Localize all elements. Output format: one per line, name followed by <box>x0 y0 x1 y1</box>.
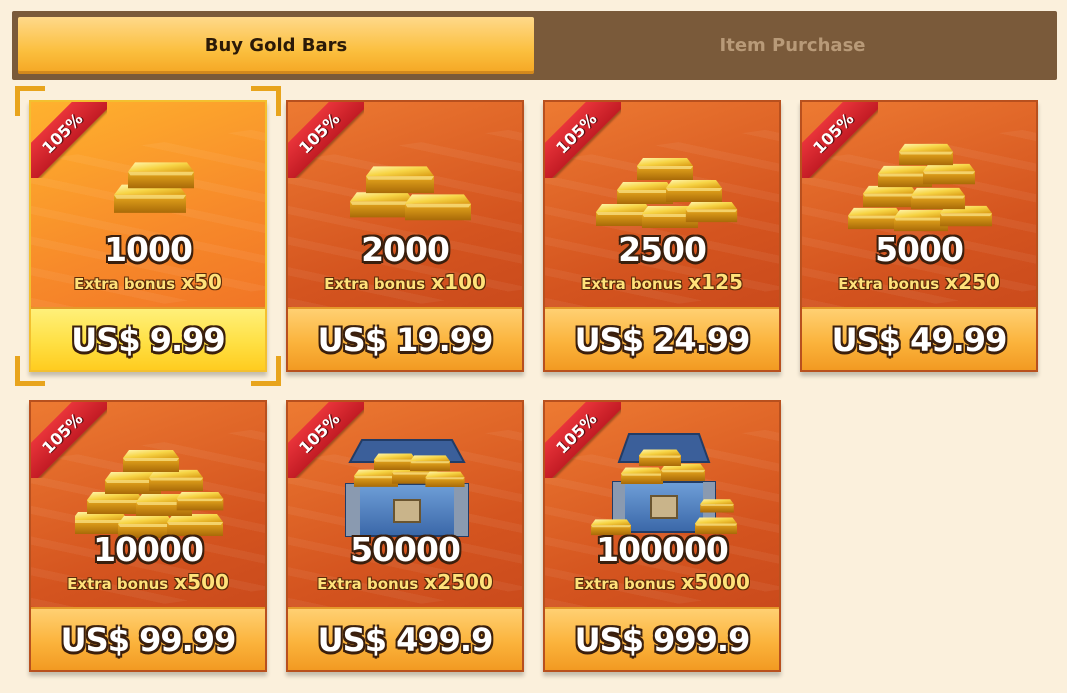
bonus-line: Extra bonus x500 <box>31 570 265 594</box>
bonus-label: Extra bonus <box>67 575 169 593</box>
bonus-line: Extra bonus x125 <box>545 270 779 294</box>
bonus-multiplier: x250 <box>945 270 1000 294</box>
gold-bars-heap-icon <box>75 450 224 538</box>
product-card-50000[interactable]: 105% 50000 Extra bonus x2500 US$ 499.9 <box>286 400 524 672</box>
product-card-10000[interactable]: 105% 10000 Extra bonus x500 US$ 99.99 <box>29 400 267 672</box>
bonus-line: Extra bonus x100 <box>288 270 522 294</box>
tab-buy-gold-bars[interactable]: Buy Gold Bars <box>18 17 534 74</box>
card-body: 105% 2000 Extra bonus x100 US$ 19.99 <box>286 100 524 372</box>
gold-amount: 100000 <box>596 530 729 569</box>
gold-amount: 50000 <box>350 530 461 569</box>
bonus-label: Extra bonus <box>317 575 419 593</box>
bonus-line: Extra bonus x50 <box>31 270 265 294</box>
bonus-multiplier: x5000 <box>681 570 750 594</box>
bonus-label: Extra bonus <box>838 275 940 293</box>
card-body: 105% 100000 Extra bonus x5000 US$ 999.9 <box>543 400 781 672</box>
bonus-line: Extra bonus x5000 <box>545 570 779 594</box>
product-card-2000[interactable]: 105% 2000 Extra bonus x100 US$ 19.99 <box>286 100 524 372</box>
price-button[interactable]: US$ 9.99 <box>31 307 265 370</box>
card-body: 105% 1000 Extra bonus x50 US$ 9.99 <box>29 100 267 372</box>
product-card-1000[interactable]: 105% 1000 Extra bonus x50 US$ 9.99 <box>15 86 281 386</box>
selection-corner <box>15 356 45 386</box>
bonus-multiplier: x50 <box>181 270 222 294</box>
product-card-5000[interactable]: 105% 5000 Extra bonus x250 US$ 49.99 <box>800 100 1038 372</box>
gold-bars-stack-icon <box>596 158 738 228</box>
gold-amount: 2000 <box>361 230 450 269</box>
tab-bar: Buy Gold Bars Item Purchase <box>12 11 1057 80</box>
tab-item-purchase[interactable]: Item Purchase <box>534 17 1051 74</box>
bonus-line: Extra bonus x250 <box>802 270 1036 294</box>
card-body: 105% 2500 Extra bonus x125 US$ 24.99 <box>543 100 781 372</box>
selection-corner <box>251 356 281 386</box>
gold-chest-icon <box>345 439 469 537</box>
gold-amount: 2500 <box>618 230 707 269</box>
card-body: 105% 5000 Extra bonus x250 US$ 49.99 <box>800 100 1038 372</box>
bonus-label: Extra bonus <box>324 275 426 293</box>
price-button[interactable]: US$ 49.99 <box>802 307 1036 370</box>
price-button[interactable]: US$ 24.99 <box>545 307 779 370</box>
gold-bars-icon <box>350 166 471 221</box>
product-card-100000[interactable]: 105% 100000 Extra bonus x5000 US$ 999.9 <box>543 400 781 672</box>
bonus-label: Extra bonus <box>74 275 176 293</box>
gold-bars-pile-icon <box>848 143 992 232</box>
bonus-label: Extra bonus <box>574 575 676 593</box>
price-button[interactable]: US$ 999.9 <box>545 607 779 670</box>
bonus-multiplier: x100 <box>431 270 486 294</box>
bonus-label: Extra bonus <box>581 275 683 293</box>
gold-amount: 10000 <box>93 530 204 569</box>
card-body: 105% 50000 Extra bonus x2500 US$ 499.9 <box>286 400 524 672</box>
bonus-multiplier: x2500 <box>424 570 493 594</box>
selection-corner <box>15 86 45 116</box>
product-card-2500[interactable]: 105% 2500 Extra bonus x125 US$ 24.99 <box>543 100 781 372</box>
card-body: 105% 10000 Extra bonus x500 US$ 99.99 <box>29 400 267 672</box>
selection-corner <box>251 86 281 116</box>
gold-amount: 5000 <box>875 230 964 269</box>
bonus-multiplier: x500 <box>174 570 229 594</box>
price-button[interactable]: US$ 99.99 <box>31 607 265 670</box>
gold-amount: 1000 <box>104 230 193 269</box>
price-button[interactable]: US$ 499.9 <box>288 607 522 670</box>
gold-bars-small-icon <box>114 162 194 213</box>
gold-chest-large-icon <box>591 433 737 536</box>
bonus-line: Extra bonus x2500 <box>288 570 522 594</box>
bonus-multiplier: x125 <box>688 270 743 294</box>
price-button[interactable]: US$ 19.99 <box>288 307 522 370</box>
